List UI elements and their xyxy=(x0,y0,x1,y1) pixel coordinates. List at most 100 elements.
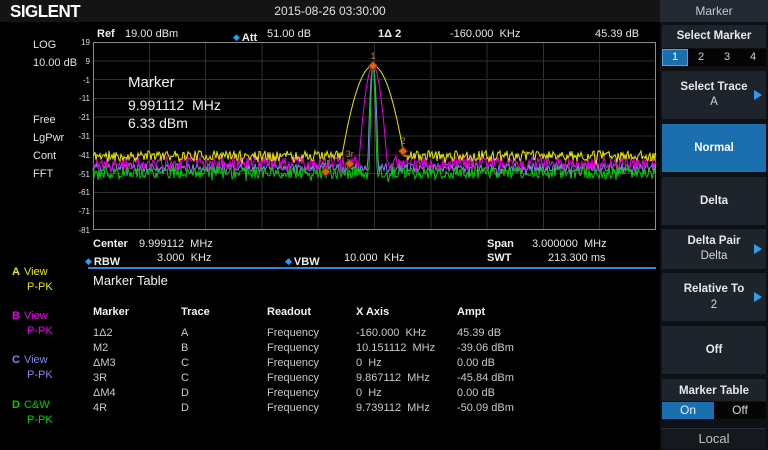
ref-value: 19.00 dBm xyxy=(125,28,178,40)
marker-off-button[interactable]: Off xyxy=(662,326,766,374)
marker-table-body: 1Δ2AFrequency-160.000 KHz45.39 dB M2BFre… xyxy=(93,327,607,417)
vbw-value: 10.000 KHz xyxy=(344,252,405,264)
col-header-readout: Readout xyxy=(267,306,356,321)
y-axis-tick-label: 9 xyxy=(68,57,90,66)
table-cell: 0.00 dB xyxy=(457,357,607,372)
table-cell: C xyxy=(181,357,267,372)
table-cell: Frequency xyxy=(267,327,356,342)
relative-to-button[interactable]: Relative To 2 xyxy=(662,273,766,321)
trace-a-status: AView xyxy=(12,266,48,278)
table-cell: ΔM4 xyxy=(93,387,181,402)
marker-option-4[interactable]: 4 xyxy=(740,49,766,66)
y-axis-tick-label: -41 xyxy=(68,151,90,160)
trace-b-detector: P-PK xyxy=(27,325,53,337)
table-cell: 4R xyxy=(93,402,181,417)
marker-option-1[interactable]: 1 xyxy=(662,49,688,66)
active-marker-id: 1Δ 2 xyxy=(378,28,401,40)
delta-pair-button[interactable]: Delta Pair Delta xyxy=(662,229,766,269)
table-cell: Frequency xyxy=(267,402,356,417)
submenu-arrow-icon xyxy=(754,244,762,254)
table-cell: 1Δ2 xyxy=(93,327,181,342)
swt-label: SWT xyxy=(487,252,511,264)
y-axis-tick-label: -71 xyxy=(68,207,90,216)
table-cell: 10.151112 MHz xyxy=(356,342,457,357)
menu-title: Marker xyxy=(660,0,768,22)
marker-annotation-amplitude: 6.33 dBm xyxy=(128,115,188,131)
marker-table-on-option[interactable]: On xyxy=(662,402,714,419)
col-header-ampt: Ampt xyxy=(457,306,607,321)
y-axis-tick-label: -51 xyxy=(68,170,90,179)
table-cell: 0 Hz xyxy=(356,357,457,372)
marker-table-title: Marker Table xyxy=(93,273,168,288)
trace-d-mode: C&W xyxy=(24,399,50,411)
att-active-diamond-icon: ◆ xyxy=(233,32,240,42)
select-trace-label: Select Trace xyxy=(662,81,766,93)
relative-to-value: 2 xyxy=(662,299,766,311)
datetime-display: 2015-08-26 03:30:00 xyxy=(0,4,660,18)
y-axis-tick-label: -1 xyxy=(68,76,90,85)
marker-annotation-frequency: 9.991112 MHz xyxy=(128,97,221,113)
select-marker-options: 1 2 3 4 xyxy=(662,49,766,66)
amplitude-scale-label: LOG xyxy=(33,39,56,51)
spectrum-plot: 123r4r Marker 9.991112 MHz 6.33 dBm xyxy=(93,42,656,230)
table-cell: D xyxy=(181,387,267,402)
y-axis-tick-label: -11 xyxy=(68,94,90,103)
marker-table-off-option[interactable]: Off xyxy=(714,402,766,419)
select-trace-button[interactable]: Select Trace A xyxy=(662,71,766,119)
marker-table-toggle: On Off xyxy=(662,402,766,419)
trace-d-status: D C&W xyxy=(12,399,50,411)
marker-annotation-title: Marker xyxy=(128,74,175,91)
svg-text:1: 1 xyxy=(370,51,375,61)
trace-d-letter: D xyxy=(12,399,20,411)
active-marker-xvalue: -160.000 KHz xyxy=(450,28,520,40)
y-axis-tick-label: -81 xyxy=(68,226,90,235)
vbw-active-diamond-icon: ◆ xyxy=(285,256,292,266)
table-cell: 45.39 dB xyxy=(457,327,607,342)
marker-table-button[interactable]: Marker Table xyxy=(662,379,766,401)
col-header-trace: Trace xyxy=(181,306,267,321)
y-axis-tick-label: -21 xyxy=(68,113,90,122)
top-status-bar: SIGLENT 2015-08-26 03:30:00 xyxy=(0,0,660,22)
svg-text:2: 2 xyxy=(401,136,406,146)
trigger-free-label: Free xyxy=(33,114,56,126)
rbw-active-diamond-icon: ◆ xyxy=(85,256,92,266)
svg-text:3r: 3r xyxy=(346,149,354,159)
trace-a-detector: P-PK xyxy=(27,281,53,293)
table-cell: 9.867112 MHz xyxy=(356,372,457,387)
marker-option-3[interactable]: 3 xyxy=(714,49,740,66)
trace-c-mode: View xyxy=(24,354,48,366)
lgpwr-mode-label: LgPwr xyxy=(33,132,64,144)
submenu-arrow-icon xyxy=(754,292,762,302)
select-marker-button[interactable]: Select Marker xyxy=(662,25,766,48)
continuous-sweep-label: Cont xyxy=(33,150,56,162)
normal-button[interactable]: Normal xyxy=(662,124,766,172)
table-cell: -160.000 KHz xyxy=(356,327,457,342)
fft-mode-label: FFT xyxy=(33,168,53,180)
delta-button[interactable]: Delta xyxy=(662,177,766,225)
y-axis-tick-label: -61 xyxy=(68,188,90,197)
span-value: 3.000000 MHz xyxy=(532,238,607,250)
delta-pair-value: Delta xyxy=(662,250,766,262)
table-cell: D xyxy=(181,402,267,417)
center-freq-label: Center xyxy=(93,238,128,250)
marker-option-2[interactable]: 2 xyxy=(688,49,714,66)
table-cell: A xyxy=(181,327,267,342)
col-header-marker: Marker xyxy=(93,306,181,321)
table-cell: 0 Hz xyxy=(356,387,457,402)
y-axis-tick-label: -31 xyxy=(68,132,90,141)
span-label: Span xyxy=(487,238,514,250)
local-button[interactable]: Local xyxy=(662,428,766,449)
table-cell: -45.84 dBm xyxy=(457,372,607,387)
relative-to-label: Relative To xyxy=(662,283,766,295)
spectrum-traces-svg: 123r4r xyxy=(93,42,656,230)
trace-b-mode: View xyxy=(24,310,48,322)
trace-c-detector: P-PK xyxy=(27,369,53,381)
trace-d-detector: P-PK xyxy=(27,414,53,426)
delta-pair-label: Delta Pair xyxy=(662,235,766,247)
table-cell: Frequency xyxy=(267,387,356,402)
table-cell: C xyxy=(181,372,267,387)
center-freq-value: 9.999112 MHz xyxy=(139,238,213,250)
active-marker-yvalue: 45.39 dB xyxy=(595,28,639,40)
table-cell: Frequency xyxy=(267,342,356,357)
table-cell: -39.06 dBm xyxy=(457,342,607,357)
